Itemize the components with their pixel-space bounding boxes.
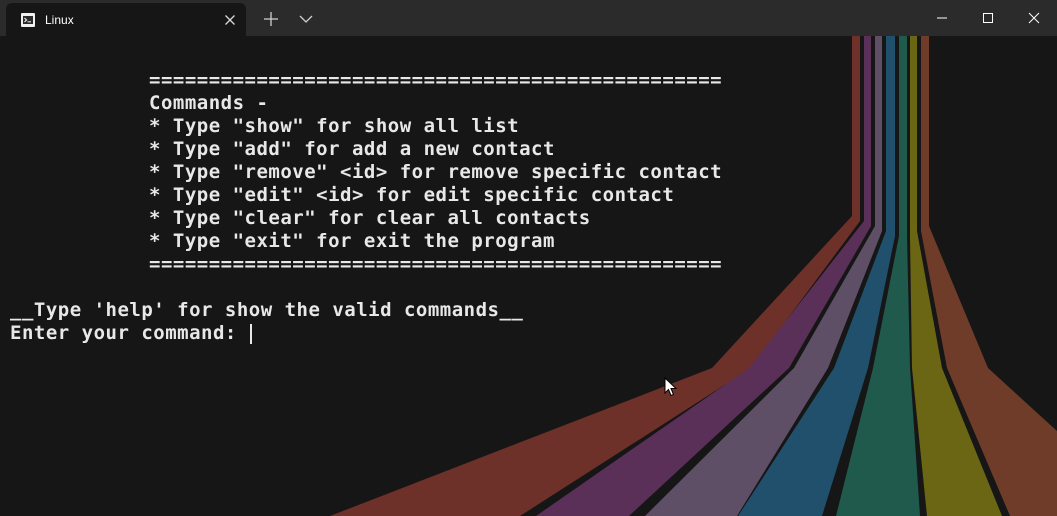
help-line: __Type 'help' for show the valid command…	[10, 299, 524, 321]
command-line-exit: * Type "exit" for exit the program	[149, 230, 555, 252]
close-button[interactable]	[1011, 0, 1057, 36]
command-line-add: * Type "add" for add a new contact	[149, 138, 555, 160]
terminal-area[interactable]: ========================================…	[0, 36, 1057, 516]
tab-linux[interactable]: Linux	[6, 3, 246, 36]
command-line-clear: * Type "clear" for clear all contacts	[149, 207, 591, 229]
command-line-remove: * Type "remove" <id> for remove specific…	[149, 161, 723, 183]
minimize-icon	[937, 17, 947, 19]
maximize-icon	[983, 13, 993, 23]
command-line-edit: * Type "edit" <id> for edit specific con…	[149, 184, 675, 206]
divider-top: ========================================…	[149, 69, 723, 91]
divider-bottom: ========================================…	[149, 253, 723, 275]
plus-icon[interactable]	[262, 10, 280, 28]
tab-title: Linux	[45, 13, 74, 27]
maximize-button[interactable]	[965, 0, 1011, 36]
command-line-show: * Type "show" for show all list	[149, 115, 520, 137]
minimize-button[interactable]	[919, 0, 965, 36]
terminal-icon	[21, 13, 35, 27]
command-prompt[interactable]: Enter your command:	[10, 322, 249, 345]
chevron-down-icon[interactable]	[297, 10, 315, 28]
close-tab-icon[interactable]	[222, 12, 238, 28]
title-bar[interactable]: Linux	[0, 0, 1057, 36]
terminal-window: Linux ==================================…	[0, 0, 1057, 516]
commands-header: Commands -	[149, 92, 269, 114]
close-icon	[1028, 12, 1040, 24]
mouse-pointer-icon	[664, 377, 678, 397]
text-cursor	[250, 324, 252, 344]
